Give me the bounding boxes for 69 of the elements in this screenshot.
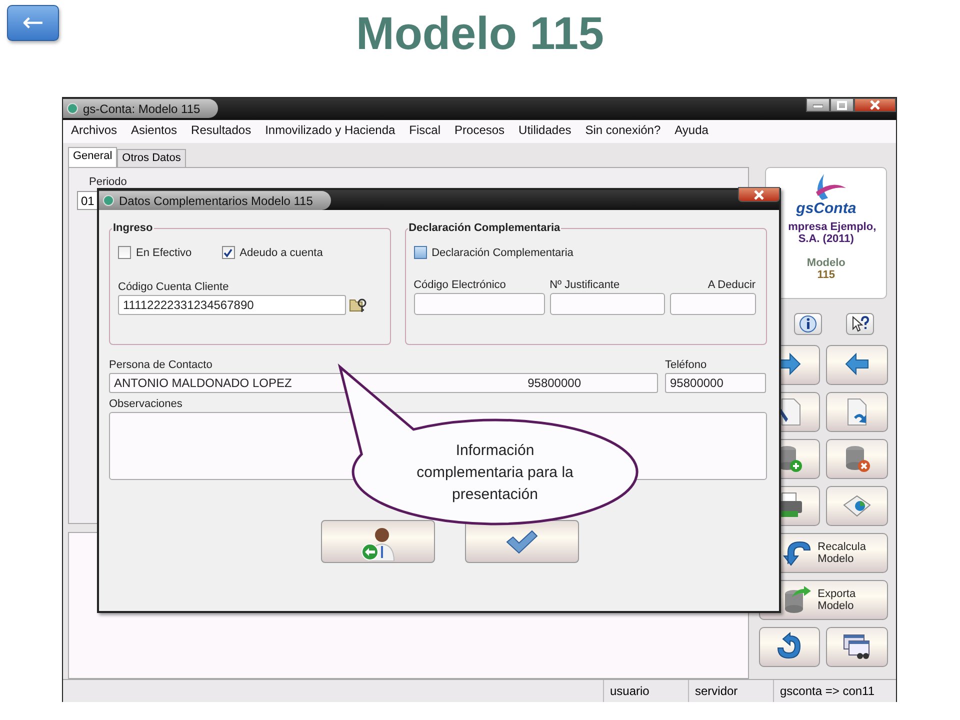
- field-label: Observaciones: [109, 398, 184, 410]
- app-icon: [67, 103, 78, 114]
- menu-item[interactable]: Fiscal: [409, 123, 441, 143]
- checkbox[interactable]: [222, 246, 235, 259]
- contact-number: 95800000: [528, 376, 581, 390]
- folder-key-icon: [349, 297, 367, 313]
- field-label: Código Cuenta Cliente: [118, 281, 230, 293]
- account-field[interactable]: 11112222331234567890: [118, 295, 346, 315]
- close-icon: [870, 100, 880, 110]
- company-name: mpresa Ejemplo,: [787, 221, 878, 233]
- toolbar-button[interactable]: [826, 627, 888, 667]
- maximize-icon: [837, 100, 847, 110]
- slide-title: Modelo 115: [355, 6, 605, 60]
- menu-item[interactable]: Sin conexión?: [585, 123, 661, 143]
- close-button[interactable]: [738, 187, 780, 202]
- status-text: servidor: [688, 680, 773, 702]
- minimize-icon: [813, 102, 823, 108]
- checkbox-label: Declaración Complementaria: [432, 246, 574, 258]
- input-field[interactable]: [670, 293, 756, 315]
- menu-item[interactable]: Resultados: [191, 123, 252, 143]
- info-button[interactable]: [794, 313, 822, 335]
- tab[interactable]: Otros Datos: [117, 149, 186, 167]
- model-number: 115: [817, 269, 836, 281]
- close-icon: [754, 190, 764, 200]
- window-title: gs-Conta: Modelo 115: [83, 102, 200, 116]
- field-label: Teléfono: [665, 359, 708, 371]
- menu-item[interactable]: Archivos: [71, 123, 118, 143]
- menu-item[interactable]: Procesos: [454, 123, 505, 143]
- input-field[interactable]: [414, 293, 545, 315]
- checkbox[interactable]: [118, 246, 131, 259]
- checkbox[interactable]: [414, 246, 427, 259]
- info-icon: [799, 315, 818, 333]
- status-text: gsconta => con11: [773, 680, 896, 702]
- company-name: S.A. (2011): [798, 233, 854, 245]
- menu-item[interactable]: Ayuda: [674, 123, 708, 143]
- field-label: Nº Justificante: [550, 279, 621, 291]
- field-label: A Deducir: [706, 279, 756, 291]
- contact-field[interactable]: ANTONIO MALDONADO LOPEZ 95800000: [109, 373, 658, 393]
- model-label: Modelo: [806, 257, 846, 269]
- status-text: usuario: [603, 680, 688, 702]
- input-field[interactable]: [550, 293, 665, 315]
- menu-item[interactable]: Utilidades: [518, 123, 572, 143]
- toolbar-button[interactable]: [758, 627, 820, 667]
- dialog-title: Datos Complementarios Modelo 115: [119, 194, 313, 208]
- checkbox-label: En Efectivo: [136, 246, 192, 258]
- close-button[interactable]: [854, 98, 896, 112]
- group-title: Ingreso: [112, 222, 154, 234]
- menu-item[interactable]: Inmovilizado y Hacienda: [265, 123, 396, 143]
- tab[interactable]: General: [68, 147, 118, 167]
- minimize-button[interactable]: [806, 98, 830, 112]
- maximize-button[interactable]: [830, 98, 854, 112]
- checkbox-label: Adeudo a cuenta: [240, 246, 323, 258]
- callout-text: Información complementaria para la presentación: [416, 441, 574, 505]
- app-icon: [103, 195, 114, 206]
- phone-field[interactable]: 95800000: [665, 373, 766, 393]
- menu-item[interactable]: Asientos: [131, 123, 178, 143]
- group-title: Declaración Complementaria: [408, 222, 562, 234]
- logo-text: gsConta: [796, 200, 856, 217]
- checkmark-icon: [505, 528, 539, 554]
- help-button[interactable]: [846, 313, 874, 335]
- toolbar-button[interactable]: [826, 345, 888, 385]
- field-label: Persona de Contacto: [109, 359, 214, 371]
- contact-name: ANTONIO MALDONADO LOPEZ: [114, 376, 292, 390]
- accept-button[interactable]: [465, 520, 579, 563]
- windows-binoculars-icon: [842, 632, 872, 662]
- field-label: Código Electrónico: [414, 279, 507, 291]
- contact-button[interactable]: [321, 520, 435, 563]
- field-label: Periodo: [88, 176, 128, 188]
- help-icon: [851, 315, 870, 333]
